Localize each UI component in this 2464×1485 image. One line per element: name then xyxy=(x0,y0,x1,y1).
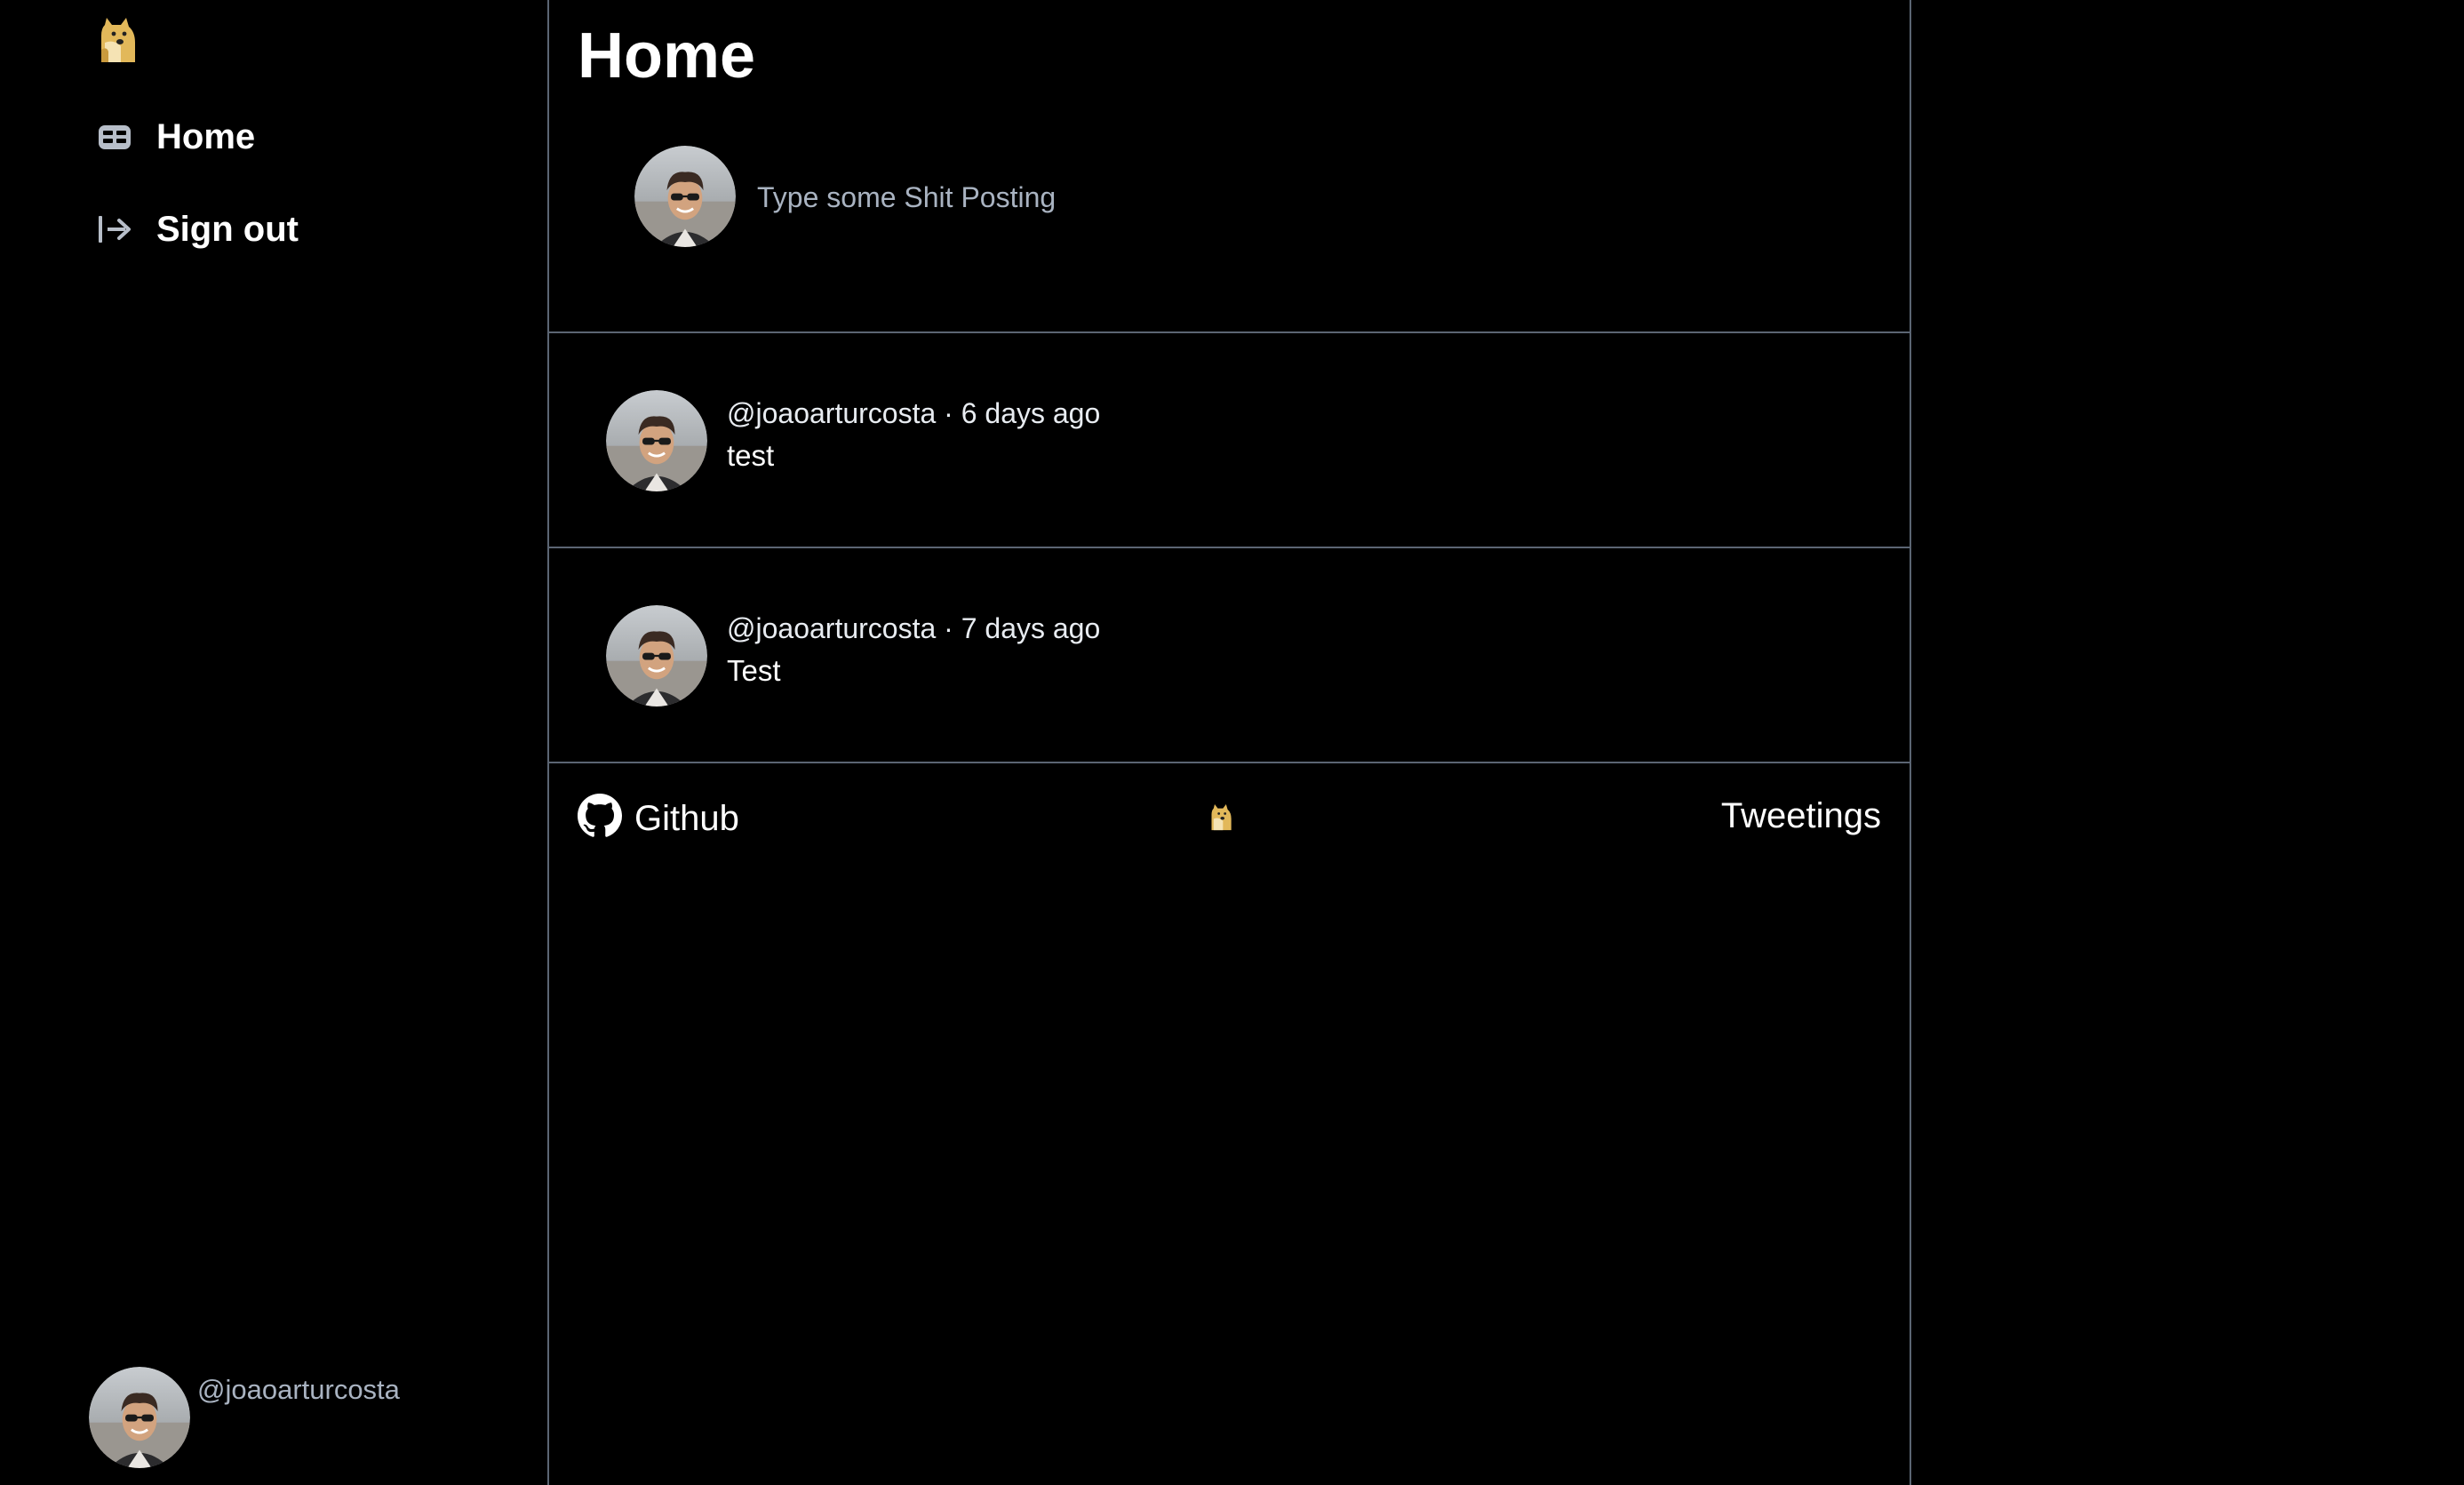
post-item[interactable]: @joaoarturcosta · 6 days ago test xyxy=(549,333,1910,548)
brand-link[interactable]: Tweetings xyxy=(1721,794,1881,838)
main-feed-column: Home Type some Shit Posting @joaoarturco… xyxy=(547,0,1911,1485)
post-text: test xyxy=(727,439,775,472)
sidebar: Home Sign out @joaoarturcosta xyxy=(0,0,547,1485)
github-link[interactable]: Github xyxy=(578,794,739,842)
post-text: Test xyxy=(727,654,781,687)
post-meta: @joaoarturcosta · 6 days ago xyxy=(727,397,1101,429)
post-author-avatar xyxy=(606,605,707,707)
feed-footer: Github Tweetings xyxy=(549,763,1910,870)
post-meta: @joaoarturcosta · 7 days ago xyxy=(727,612,1101,644)
post-composer: Home xyxy=(549,0,1910,333)
sign-out-icon xyxy=(96,211,133,248)
composer-avatar xyxy=(634,146,736,247)
sidebar-item-label: Sign out xyxy=(156,210,299,249)
sidebar-item-sign-out[interactable]: Sign out xyxy=(96,206,299,252)
github-icon xyxy=(578,794,622,842)
page-title: Home xyxy=(578,20,756,92)
app-root: Home Sign out @joaoarturcosta Home Type … xyxy=(0,0,2464,1485)
doge-logo-icon[interactable] xyxy=(96,16,139,62)
composer-input[interactable] xyxy=(755,174,1822,220)
sidebar-item-home[interactable]: Home xyxy=(96,114,255,160)
github-label: Github xyxy=(634,798,739,838)
post-author-avatar xyxy=(606,390,707,491)
sidebar-item-label: Home xyxy=(156,117,256,156)
doge-logo-icon xyxy=(1208,802,1233,831)
user-handle: @joaoarturcosta xyxy=(197,1374,400,1405)
current-user-card[interactable]: @joaoarturcosta xyxy=(89,1367,400,1468)
user-avatar xyxy=(89,1367,190,1468)
home-feed-icon xyxy=(96,118,133,156)
post-item[interactable]: @joaoarturcosta · 7 days ago Test xyxy=(549,548,1910,763)
